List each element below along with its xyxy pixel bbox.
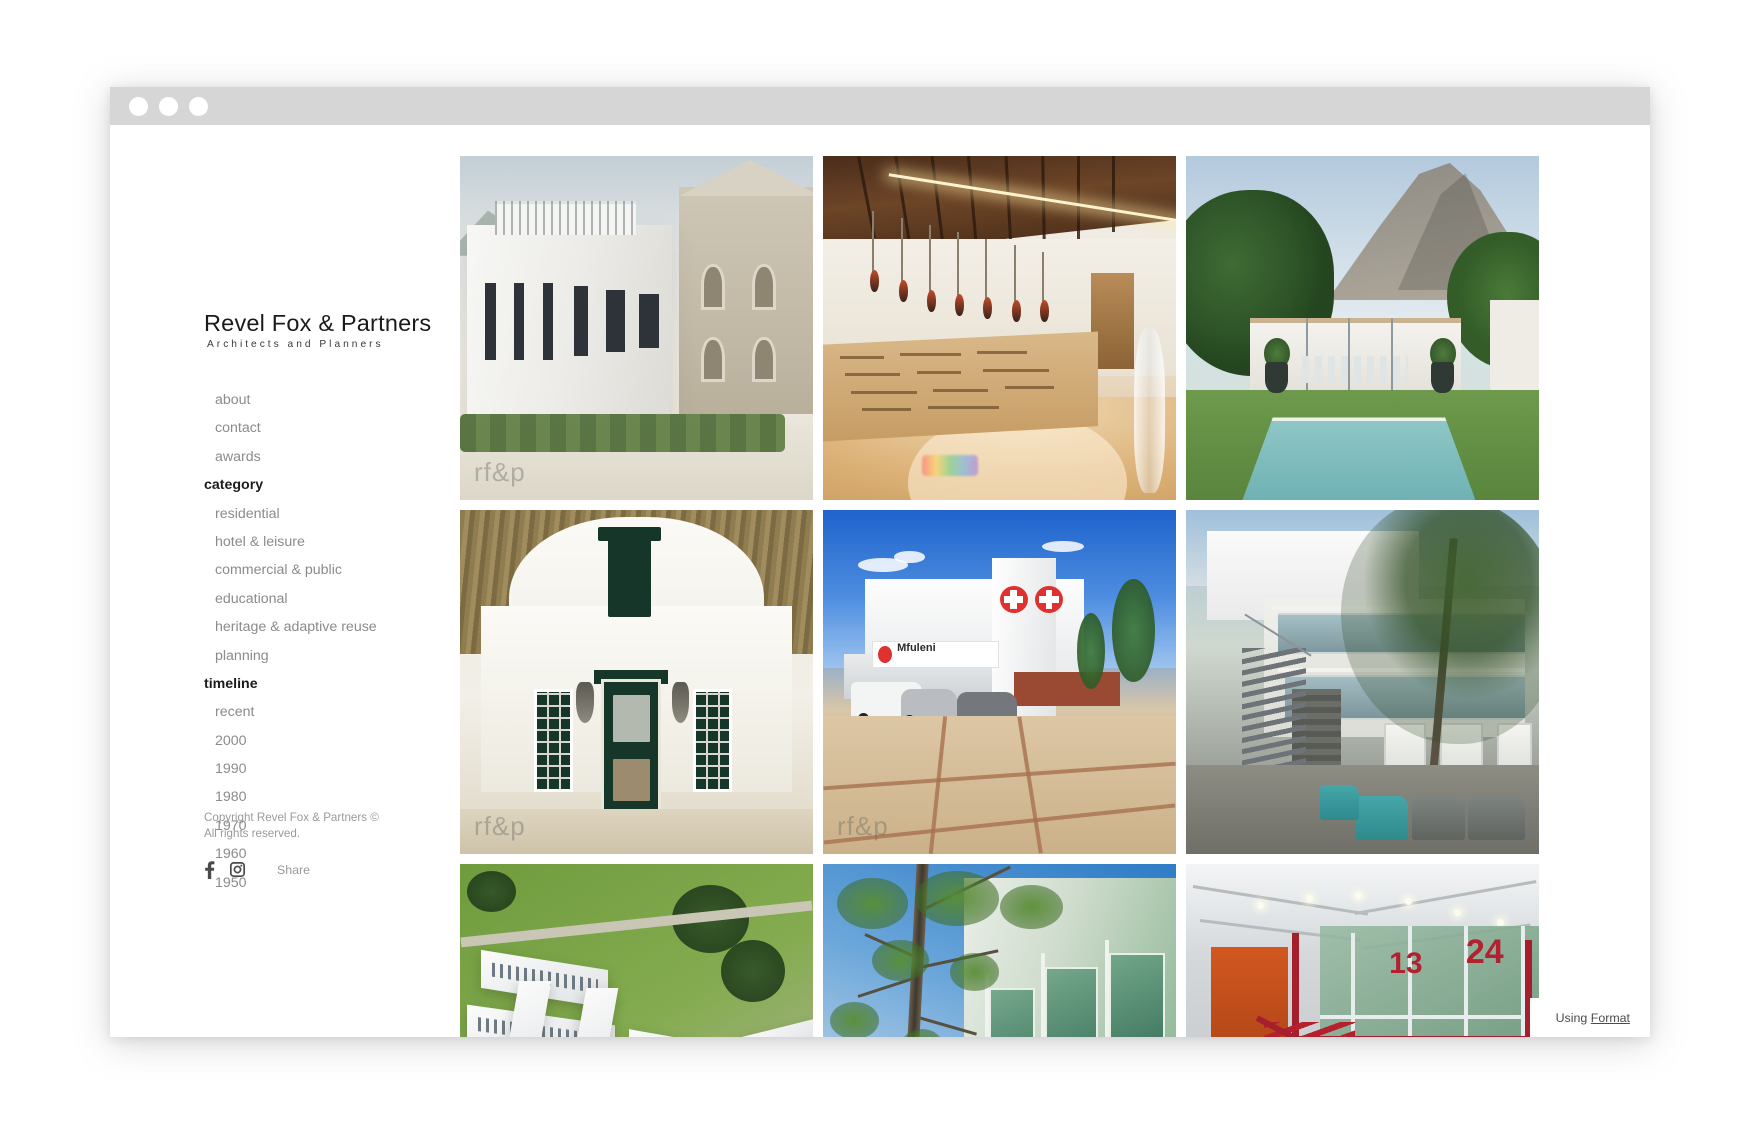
sidebar-item-recent[interactable]: recent	[215, 705, 454, 719]
sidebar-item-heritage-reuse[interactable]: heritage & adaptive reuse	[215, 620, 454, 634]
gallery-tile-2[interactable]	[823, 156, 1176, 500]
sidebar-item-residential[interactable]: residential	[215, 506, 454, 521]
sidebar-item-educational[interactable]: educational	[215, 592, 454, 606]
badge-prefix: Using	[1555, 1011, 1588, 1025]
gallery-tile-6[interactable]	[1186, 510, 1539, 854]
project-gallery-grid: rf&p rf&p Mfuleni rf&p 13 24	[460, 156, 1570, 1037]
page-viewport: Revel Fox & Partners Architects and Plan…	[110, 125, 1650, 1037]
nav-group-primary: about contact awards	[204, 393, 454, 464]
sidebar-item-contact[interactable]: contact	[215, 421, 454, 435]
minimize-button[interactable]	[159, 96, 178, 116]
close-button[interactable]	[129, 96, 148, 116]
tile-7-artwork	[460, 864, 813, 1037]
gallery-tile-5[interactable]: Mfuleni rf&p	[823, 510, 1176, 854]
sidebar-footer: Copyright Revel Fox & Partners © All rig…	[204, 810, 454, 879]
tile-4-artwork	[460, 510, 813, 854]
copyright-line-2: All rights reserved.	[204, 827, 301, 841]
sidebar-item-1990[interactable]: 1990	[215, 762, 454, 776]
site-logo[interactable]: Revel Fox & Partners Architects and Plan…	[204, 311, 434, 350]
tile-1-artwork	[460, 156, 813, 500]
tile-9-number-13: 13	[1389, 946, 1423, 980]
gallery-tile-8[interactable]	[823, 864, 1176, 1037]
sidebar-item-2000[interactable]: 2000	[215, 733, 454, 748]
format-link[interactable]: Format	[1591, 1011, 1630, 1025]
browser-title-bar	[110, 87, 1650, 125]
tile-5-sign-label: Mfuleni	[897, 642, 936, 655]
nav-heading-timeline: timeline	[204, 675, 258, 692]
tile-5-artwork: Mfuleni	[823, 510, 1176, 854]
nav-heading-category: category	[204, 477, 264, 494]
gallery-tile-4[interactable]: rf&p	[460, 510, 813, 854]
gallery-tile-3[interactable]	[1186, 156, 1539, 500]
gallery-tile-7[interactable]	[460, 864, 813, 1037]
tile-8-artwork	[823, 864, 1176, 1037]
browser-window: Revel Fox & Partners Architects and Plan…	[110, 87, 1650, 1037]
gallery-tile-9[interactable]: 13 24	[1186, 864, 1539, 1037]
sidebar-item-commercial-public[interactable]: commercial & public	[215, 563, 454, 577]
sidebar-item-planning[interactable]: planning	[215, 648, 454, 663]
facebook-icon[interactable]	[204, 861, 230, 879]
tile-6-artwork	[1186, 510, 1539, 854]
share-button[interactable]: Share	[277, 863, 310, 877]
copyright-text: Copyright Revel Fox & Partners © All rig…	[204, 810, 454, 843]
logo-title: Revel Fox & Partners	[204, 310, 432, 336]
using-format-badge: Using Format	[1529, 998, 1650, 1037]
sidebar-item-awards[interactable]: awards	[215, 450, 454, 464]
instagram-icon[interactable]	[230, 862, 256, 878]
copyright-line-1: Copyright Revel Fox & Partners ©	[204, 811, 379, 824]
sidebar-item-about[interactable]: about	[215, 393, 454, 407]
logo-subtitle: Architects and Planners	[207, 338, 384, 350]
nav-group-category: category residential hotel & leisure com…	[204, 478, 454, 663]
sidebar-item-hotel-leisure[interactable]: hotel & leisure	[215, 535, 454, 549]
tile-3-artwork	[1186, 156, 1539, 500]
tile-2-artwork	[823, 156, 1176, 500]
page-root: Revel Fox & Partners Architects and Plan…	[0, 0, 1755, 1148]
social-row: Share	[204, 861, 454, 879]
zoom-button[interactable]	[189, 96, 208, 116]
gallery-tile-1[interactable]: rf&p	[460, 156, 813, 500]
tile-9-artwork: 13 24	[1186, 864, 1539, 1037]
sidebar-item-1980[interactable]: 1980	[215, 790, 454, 804]
tile-9-number-24: 24	[1465, 932, 1504, 971]
